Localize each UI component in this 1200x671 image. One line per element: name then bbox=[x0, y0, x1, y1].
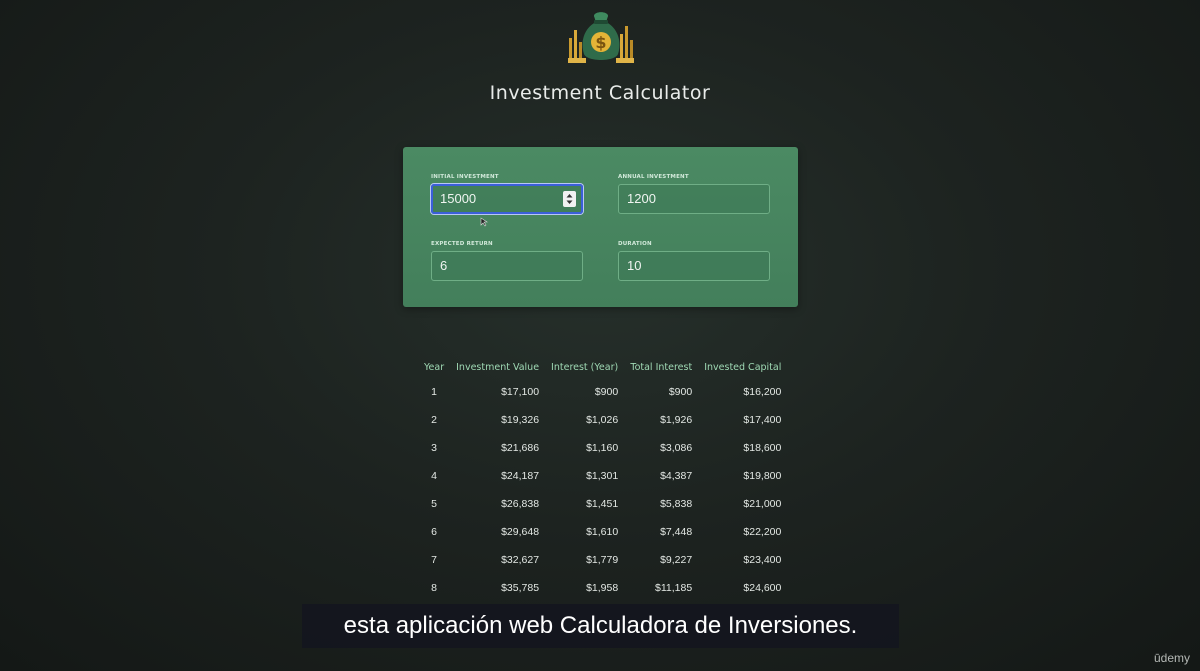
cell-investment-value: $26,838 bbox=[501, 498, 540, 510]
cell-year: 1 bbox=[431, 386, 437, 398]
cell-invested-capital: $19,800 bbox=[743, 470, 782, 482]
cell-interest-year: $1,301 bbox=[586, 470, 619, 482]
page-title: Investment Calculator bbox=[489, 82, 711, 104]
cell-investment-value: $32,627 bbox=[501, 554, 540, 566]
annual-investment-label: ANNUAL INVESTMENT bbox=[618, 174, 689, 180]
cell-year: 6 bbox=[431, 526, 437, 538]
initial-investment-label: INITIAL INVESTMENT bbox=[431, 174, 499, 180]
table-row: 4 $24,187 $1,301 $4,387 $19,800 bbox=[418, 462, 787, 490]
svg-text:$: $ bbox=[595, 33, 606, 52]
video-subtitle: esta aplicación web Calculadora de Inver… bbox=[302, 604, 899, 648]
cell-invested-capital: $22,200 bbox=[743, 526, 782, 538]
header-invested-capital: Invested Capital bbox=[704, 361, 782, 373]
cell-total-interest: $3,086 bbox=[660, 442, 693, 454]
table-row: 1 $17,100 $900 $900 $16,200 bbox=[418, 378, 787, 406]
cell-investment-value: $17,100 bbox=[501, 386, 540, 398]
cell-invested-capital: $24,600 bbox=[743, 582, 782, 594]
annual-investment-value: 1200 bbox=[627, 191, 656, 206]
cell-investment-value: $35,785 bbox=[501, 582, 540, 594]
annual-investment-input[interactable]: 1200 bbox=[618, 184, 770, 214]
cell-year: 7 bbox=[431, 554, 437, 566]
cell-year: 2 bbox=[431, 414, 437, 426]
initial-investment-input[interactable]: 15000 bbox=[431, 184, 583, 214]
table-row: 5 $26,838 $1,451 $5,838 $21,000 bbox=[418, 490, 787, 518]
udemy-watermark: ūdemy bbox=[1154, 651, 1191, 665]
subtitle-text: esta aplicación web Calculadora de Inver… bbox=[343, 612, 858, 639]
duration-input[interactable]: 10 bbox=[618, 251, 770, 281]
table-row: 7 $32,627 $1,779 $9,227 $23,400 bbox=[418, 546, 787, 574]
cell-investment-value: $29,648 bbox=[501, 526, 540, 538]
cell-year: 8 bbox=[431, 582, 437, 594]
cell-invested-capital: $21,000 bbox=[743, 498, 782, 510]
cell-year: 4 bbox=[431, 470, 437, 482]
initial-investment-value: 15000 bbox=[440, 191, 477, 206]
cell-interest-year: $1,451 bbox=[586, 498, 619, 510]
number-spinner[interactable] bbox=[563, 191, 576, 207]
cell-investment-value: $24,187 bbox=[501, 470, 540, 482]
table-row: 8 $35,785 $1,958 $11,185 $24,600 bbox=[418, 574, 787, 602]
table-row: 3 $21,686 $1,160 $3,086 $18,600 bbox=[418, 434, 787, 462]
cell-interest-year: $1,779 bbox=[586, 554, 619, 566]
cell-invested-capital: $17,400 bbox=[743, 414, 782, 426]
cell-interest-year: $1,026 bbox=[586, 414, 619, 426]
header-investment-value: Investment Value bbox=[456, 361, 540, 373]
header-interest-year: Interest (Year) bbox=[551, 361, 619, 373]
header-year: Year bbox=[424, 361, 445, 373]
expected-return-input[interactable]: 6 bbox=[431, 251, 583, 281]
cell-total-interest: $4,387 bbox=[660, 470, 693, 482]
results-table: Year Investment Value Interest (Year) To… bbox=[418, 356, 787, 602]
expected-return-value: 6 bbox=[440, 258, 448, 273]
cell-interest-year: $1,160 bbox=[586, 442, 619, 454]
table-row: 2 $19,326 $1,026 $1,926 $17,400 bbox=[418, 406, 787, 434]
cell-total-interest: $11,185 bbox=[655, 582, 693, 594]
cell-investment-value: $19,326 bbox=[501, 414, 540, 426]
cell-interest-year: $900 bbox=[594, 386, 619, 398]
table-row: 6 $29,648 $1,610 $7,448 $22,200 bbox=[418, 518, 787, 546]
cell-total-interest: $7,448 bbox=[660, 526, 693, 538]
mouse-cursor-icon bbox=[480, 212, 488, 227]
header-total-interest: Total Interest bbox=[630, 361, 693, 373]
cell-total-interest: $5,838 bbox=[660, 498, 693, 510]
cell-total-interest: $900 bbox=[668, 386, 693, 398]
cell-investment-value: $21,686 bbox=[501, 442, 540, 454]
money-bag-icon: $ bbox=[566, 8, 636, 66]
cell-year: 5 bbox=[431, 498, 437, 510]
investment-form: INITIAL INVESTMENT 15000 ANNUAL INVESTME… bbox=[403, 147, 798, 307]
cell-interest-year: $1,958 bbox=[586, 582, 619, 594]
table-header-row: Year Investment Value Interest (Year) To… bbox=[418, 356, 787, 378]
cell-invested-capital: $16,200 bbox=[743, 386, 782, 398]
cell-total-interest: $9,227 bbox=[660, 554, 693, 566]
cell-total-interest: $1,926 bbox=[660, 414, 693, 426]
cell-invested-capital: $23,400 bbox=[743, 554, 782, 566]
duration-label: DURATION bbox=[618, 241, 652, 247]
cell-invested-capital: $18,600 bbox=[743, 442, 782, 454]
cell-year: 3 bbox=[431, 442, 437, 454]
cell-interest-year: $1,610 bbox=[586, 526, 619, 538]
expected-return-label: EXPECTED RETURN bbox=[431, 241, 493, 247]
duration-value: 10 bbox=[627, 258, 642, 273]
